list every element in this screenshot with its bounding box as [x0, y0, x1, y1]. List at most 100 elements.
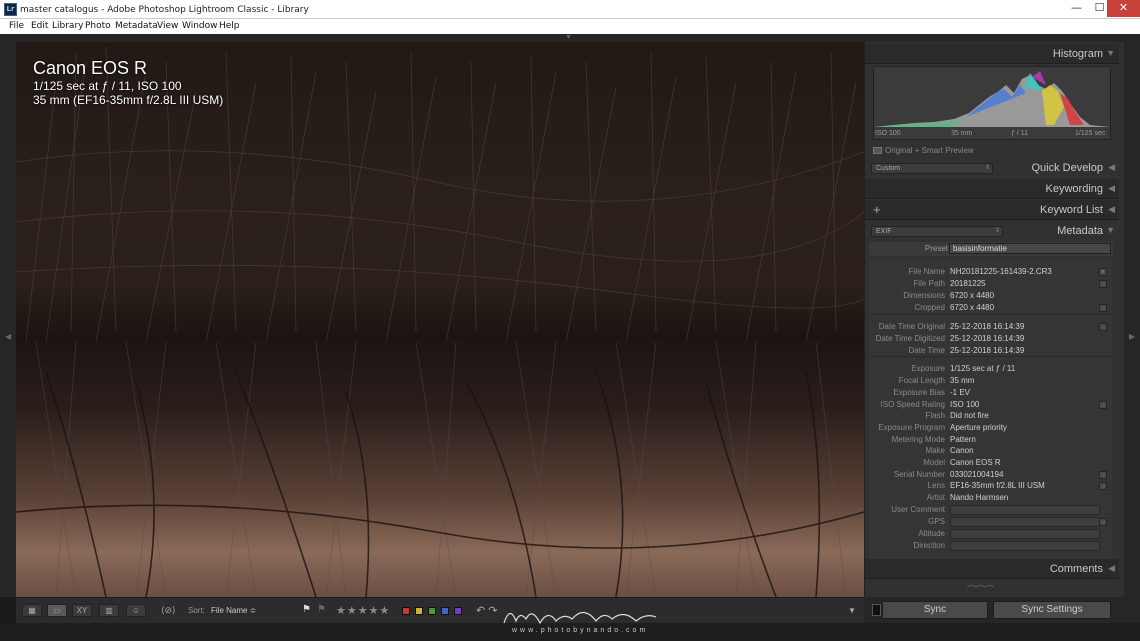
metadata-key: Dimensions [903, 291, 945, 300]
histogram-header[interactable]: Histogram ▼ [865, 44, 1119, 64]
select-arrow-icon: ⇕ [984, 165, 990, 171]
smart-preview-icon[interactable] [873, 147, 882, 154]
metadata-action-icon[interactable]: → [1099, 304, 1107, 312]
metadata-header[interactable]: Metadata ▼ [1005, 221, 1119, 241]
sort-select[interactable]: File Name ≑ [211, 606, 256, 615]
menu-help[interactable]: Help [219, 21, 240, 31]
metadata-action-icon[interactable]: → [1099, 518, 1107, 526]
toolbar-options-icon[interactable]: ▼ [848, 606, 856, 615]
sync-button[interactable]: Sync [882, 601, 988, 619]
keyword-list-header[interactable]: + Keyword List ◀ [865, 200, 1119, 220]
menu-photo[interactable]: Photo [85, 21, 111, 31]
color-label-yellow[interactable] [415, 607, 423, 615]
menu-window[interactable]: Window [182, 21, 218, 31]
collapse-top-icon[interactable]: ▼ [565, 34, 572, 42]
people-view-icon[interactable]: ☺ [126, 604, 146, 617]
overlay-camera: Canon EOS R [33, 58, 148, 78]
metadata-row: Dimensions 6720 x 4480 [869, 290, 1113, 302]
panel-end-mark-icon: ⌒⌒⌒ [967, 585, 995, 595]
loupe-view-icon[interactable]: ▭ [47, 604, 67, 617]
histogram-chart[interactable] [873, 66, 1111, 140]
loupe-photo[interactable] [16, 42, 864, 597]
menu-metadata[interactable]: Metadata [115, 21, 158, 31]
metadata-value[interactable] [950, 505, 1100, 515]
collapse-right-icon[interactable]: ▶ [1129, 332, 1135, 341]
collapse-arrow-icon[interactable]: ▼ [1106, 48, 1115, 58]
compare-view-icon[interactable]: XY [72, 604, 92, 617]
quick-develop-header[interactable]: Quick Develop ◀ [995, 158, 1119, 178]
menu-library[interactable]: Library [52, 21, 83, 31]
color-label-red[interactable] [402, 607, 410, 615]
metadata-value: 20181225 [950, 279, 986, 288]
expand-arrow-icon[interactable]: ◀ [1108, 563, 1115, 574]
metadata-row: Artist Nando Harmsen [869, 492, 1113, 504]
metadata-action-icon[interactable]: → [1099, 471, 1107, 479]
preset-select[interactable]: basisinformatie [949, 243, 1111, 254]
metadata-preset-row: Preset basisinformatie [869, 242, 1113, 256]
expand-arrow-icon[interactable]: ◀ [1108, 183, 1115, 194]
top-panel-toggle[interactable]: ▼ [0, 34, 1140, 42]
metadata-key: GPS [928, 517, 945, 526]
metadata-value: -1 EV [950, 388, 971, 397]
collapse-arrow-icon[interactable]: ▼ [1106, 225, 1115, 235]
metadata-view-select[interactable]: EXIF ⇕ [871, 226, 1003, 237]
metadata-value: EF16-35mm f/2.8L III USM [950, 481, 1045, 490]
metadata-value[interactable] [950, 529, 1100, 539]
color-label-purple[interactable] [454, 607, 462, 615]
auto-sync-switch[interactable] [872, 604, 881, 616]
metadata-value: Did not fire [950, 411, 989, 420]
left-panel-toggle[interactable]: ◀ [0, 42, 16, 597]
metadata-value: 25-12-2018 16:14:39 [950, 346, 1025, 355]
sync-bar: Sync Sync Settings [864, 597, 1140, 623]
metadata-row: GPS → [869, 516, 1113, 528]
info-overlay: Canon EOS R 1/125 sec at ƒ / 11, ISO 100… [33, 58, 223, 107]
keywording-header[interactable]: Keywording ◀ [865, 179, 1119, 199]
metadata-row: Date Time 25-12-2018 16:14:39 [869, 345, 1113, 357]
expand-arrow-icon[interactable]: ◀ [1108, 162, 1115, 173]
lightroom-app-icon: Lr [4, 3, 17, 16]
metadata-row: Exposure Program Aperture priority [869, 422, 1113, 434]
preset-label: Preset [924, 244, 948, 253]
rotate-icons[interactable]: ↶ ↷ [476, 604, 498, 617]
metadata-action-icon[interactable]: → [1099, 401, 1107, 409]
survey-view-icon[interactable]: ▥ [99, 604, 119, 617]
keywording-title: Keywording [1045, 183, 1103, 195]
metadata-key: Flash [925, 411, 945, 420]
title-bar: Lr master catalogus - Adobe Photoshop Li… [0, 0, 1140, 19]
expand-left-icon[interactable]: ◀ [5, 332, 11, 341]
painter-icon[interactable]: ⟨⊘⟩ [161, 605, 176, 616]
star-rating[interactable]: ★★★★★ [336, 604, 390, 617]
metadata-key: Exposure Bias [893, 388, 945, 397]
flag-pick-icon[interactable]: ⚑ [302, 605, 311, 616]
metadata-key: Artist [926, 493, 945, 502]
right-panel-toggle[interactable]: ▶ [1124, 42, 1140, 597]
color-label-blue[interactable] [441, 607, 449, 615]
metadata-view-value: EXIF [876, 228, 892, 235]
color-label-green[interactable] [428, 607, 436, 615]
close-button[interactable]: ✕ [1107, 0, 1140, 17]
metadata-value: 25-12-2018 16:14:39 [950, 334, 1025, 343]
flag-reject-icon[interactable]: ⚑ [317, 605, 326, 616]
metadata-key: Altitude [918, 529, 945, 538]
grid-view-icon[interactable]: ▦ [22, 604, 42, 617]
histo-aperture: ƒ / 11 [1011, 130, 1028, 137]
metadata-value[interactable] [950, 517, 1100, 527]
metadata-value: 1/125 sec at ƒ / 11 [950, 364, 1016, 373]
metadata-value[interactable] [950, 541, 1100, 551]
menu-view[interactable]: View [157, 21, 178, 31]
metadata-action-icon[interactable]: → [1099, 482, 1107, 490]
metadata-value: Aperture priority [950, 423, 1007, 432]
metadata-key: Exposure Program [878, 423, 945, 432]
sync-settings-button[interactable]: Sync Settings [993, 601, 1111, 619]
metadata-title: Metadata [1057, 225, 1103, 237]
add-keyword-icon[interactable]: + [873, 202, 881, 217]
metadata-action-icon[interactable]: → [1099, 323, 1107, 331]
metadata-action-icon[interactable]: ≡ [1099, 268, 1107, 276]
metadata-action-icon[interactable]: → [1099, 280, 1107, 288]
menu-file[interactable]: File [9, 21, 24, 31]
comments-header[interactable]: Comments ◀ [865, 559, 1119, 579]
menu-edit[interactable]: Edit [31, 21, 48, 31]
metadata-row: Cropped 6720 x 4480 → [869, 302, 1113, 314]
quick-develop-preset-select[interactable]: Custom ⇕ [871, 163, 993, 174]
expand-arrow-icon[interactable]: ◀ [1108, 204, 1115, 215]
